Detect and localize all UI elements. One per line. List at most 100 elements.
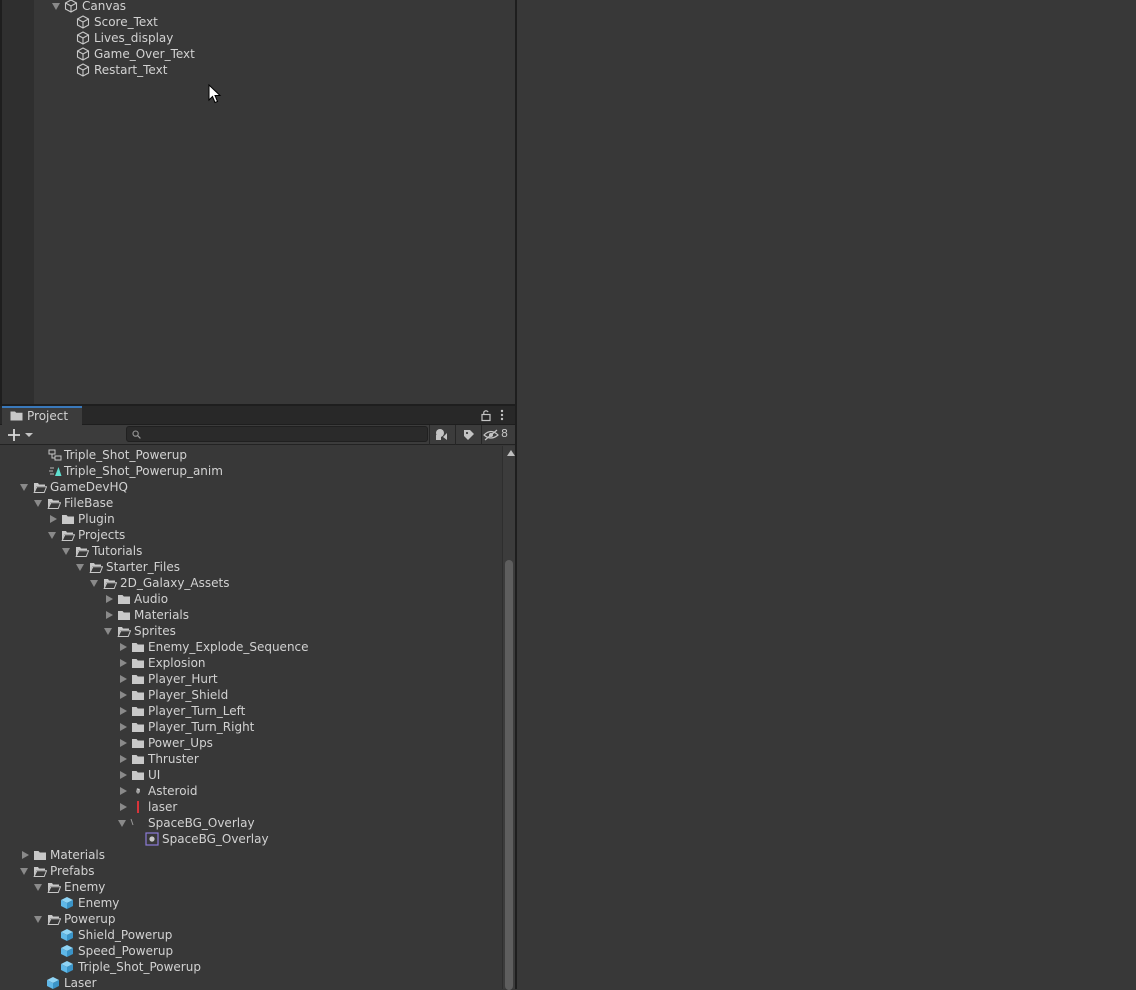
expand-arrow-icon[interactable] bbox=[90, 580, 98, 587]
collapse-arrow-icon[interactable] bbox=[50, 515, 57, 523]
tree-item-plugin[interactable]: Plugin bbox=[0, 511, 500, 527]
tree-item-label: Explosion bbox=[148, 656, 206, 670]
tree-item-audio[interactable]: Audio bbox=[0, 591, 500, 607]
collapse-arrow-icon[interactable] bbox=[106, 611, 113, 619]
tree-item-label: Enemy_Explode_Sequence bbox=[148, 640, 309, 654]
expand-arrow-icon[interactable] bbox=[52, 3, 60, 10]
collapse-arrow-icon[interactable] bbox=[120, 723, 127, 731]
collapse-arrow-icon[interactable] bbox=[120, 707, 127, 715]
expand-arrow-icon[interactable] bbox=[20, 868, 28, 875]
tree-item-label: Player_Hurt bbox=[148, 672, 218, 686]
folder-open-icon bbox=[75, 547, 89, 557]
tree-item-player-turn-left[interactable]: Player_Turn_Left bbox=[0, 703, 500, 719]
tree-item-triple-shot-powerup-prefab[interactable]: Triple_Shot_Powerup bbox=[0, 959, 500, 975]
tree-item-enemy-prefab[interactable]: Enemy bbox=[0, 895, 500, 911]
expand-arrow-icon[interactable] bbox=[48, 532, 56, 539]
tree-item-projects[interactable]: Projects bbox=[0, 527, 500, 543]
tree-item-player-turn-right[interactable]: Player_Turn_Right bbox=[0, 719, 500, 735]
gameobject-cube-icon bbox=[76, 15, 90, 29]
scroll-up-arrow-icon[interactable] bbox=[507, 450, 515, 456]
expand-arrow-icon[interactable] bbox=[34, 884, 42, 891]
tree-item-filebase[interactable]: FileBase bbox=[0, 495, 500, 511]
hierarchy-panel: Canvas Score_Text Lives_display Game_Ove… bbox=[0, 0, 515, 404]
tree-item-laser-prefab[interactable]: Laser bbox=[0, 975, 500, 989]
tab-project[interactable]: Project bbox=[2, 406, 82, 425]
tree-item-label: FileBase bbox=[64, 496, 114, 510]
collapse-arrow-icon[interactable] bbox=[120, 739, 127, 747]
tree-item-label: Materials bbox=[50, 848, 106, 862]
create-dropdown-button[interactable] bbox=[6, 427, 34, 443]
hierarchy-item-label: Lives_display bbox=[94, 31, 174, 45]
scene-view-area[interactable] bbox=[517, 0, 1136, 989]
expand-arrow-icon[interactable] bbox=[20, 484, 28, 491]
tree-item-laser[interactable]: laser bbox=[0, 799, 500, 815]
folder-open-icon bbox=[103, 579, 117, 589]
asteroid-sprite-icon bbox=[136, 788, 140, 794]
collapse-arrow-icon[interactable] bbox=[120, 803, 127, 811]
project-toolbar: 8 bbox=[0, 425, 515, 445]
expand-arrow-icon[interactable] bbox=[76, 564, 84, 571]
expand-arrow-icon[interactable] bbox=[104, 628, 112, 635]
project-scrollbar[interactable] bbox=[502, 446, 515, 990]
collapse-arrow-icon[interactable] bbox=[120, 643, 127, 651]
lock-icon[interactable] bbox=[479, 408, 493, 422]
tree-item-speed-powerup[interactable]: Speed_Powerup bbox=[0, 943, 500, 959]
tree-item-label: SpaceBG_Overlay bbox=[148, 816, 255, 830]
tree-item-powerup-folder[interactable]: Powerup bbox=[0, 911, 500, 927]
tree-item-power-ups[interactable]: Power_Ups bbox=[0, 735, 500, 751]
tree-item-materials[interactable]: Materials bbox=[0, 607, 500, 623]
collapse-arrow-icon[interactable] bbox=[22, 851, 29, 859]
collapse-arrow-icon[interactable] bbox=[120, 691, 127, 699]
project-tree[interactable]: Triple_Shot_Powerup Triple_Shot_Powerup_… bbox=[0, 446, 502, 989]
prefab-icon bbox=[61, 897, 73, 909]
tree-item[interactable]: Triple_Shot_Powerup_anim bbox=[0, 463, 500, 479]
gameobject-cube-icon bbox=[64, 0, 78, 13]
hierarchy-item-label: Score_Text bbox=[94, 15, 158, 29]
tree-item-enemy-explode-sequence[interactable]: Enemy_Explode_Sequence bbox=[0, 639, 500, 655]
search-by-type-icon[interactable] bbox=[430, 426, 454, 443]
tree-item-sprites[interactable]: Sprites bbox=[0, 623, 500, 639]
animator-controller-icon bbox=[48, 449, 62, 461]
collapse-arrow-icon[interactable] bbox=[120, 755, 127, 763]
tree-item-enemy-folder[interactable]: Enemy bbox=[0, 879, 500, 895]
hidden-packages-eye-icon[interactable] bbox=[482, 426, 500, 443]
tree-item-thruster[interactable]: Thruster bbox=[0, 751, 500, 767]
collapse-arrow-icon[interactable] bbox=[120, 675, 127, 683]
kebab-menu-icon[interactable] bbox=[497, 408, 507, 422]
collapse-arrow-icon[interactable] bbox=[120, 771, 127, 779]
folder-icon bbox=[132, 675, 144, 684]
tree-item-explosion[interactable]: Explosion bbox=[0, 655, 500, 671]
hidden-packages-count: 8 bbox=[501, 427, 508, 440]
tree-item-asteroid[interactable]: Asteroid bbox=[0, 783, 500, 799]
collapse-arrow-icon[interactable] bbox=[120, 787, 127, 795]
gameobject-cube-icon bbox=[76, 31, 90, 45]
tree-item-prefabs[interactable]: Prefabs bbox=[0, 863, 500, 879]
tree-item-gamedevhq[interactable]: GameDevHQ bbox=[0, 479, 500, 495]
tree-item-label: Triple_Shot_Powerup_anim bbox=[64, 464, 223, 478]
tree-item-shield-powerup[interactable]: Shield_Powerup bbox=[0, 927, 500, 943]
expand-arrow-icon[interactable] bbox=[34, 500, 42, 507]
project-search-input[interactable] bbox=[126, 426, 428, 442]
tree-item-spacebg-overlay-sprite[interactable]: SpaceBG_Overlay bbox=[0, 831, 500, 847]
tree-item-2d-galaxy-assets[interactable]: 2D_Galaxy_Assets bbox=[0, 575, 500, 591]
collapse-arrow-icon[interactable] bbox=[106, 595, 113, 603]
tree-item-player-hurt[interactable]: Player_Hurt bbox=[0, 671, 500, 687]
tree-item-ui[interactable]: UI bbox=[0, 767, 500, 783]
tree-item[interactable]: Triple_Shot_Powerup bbox=[0, 447, 500, 463]
tree-item-label: Triple_Shot_Powerup bbox=[78, 960, 201, 974]
search-by-label-icon[interactable] bbox=[456, 426, 480, 443]
tree-item-label: Player_Turn_Left bbox=[148, 704, 246, 718]
tree-item-label: Laser bbox=[64, 976, 97, 989]
tree-item-spacebg-overlay[interactable]: SpaceBG_Overlay bbox=[0, 815, 500, 831]
tree-item-starter-files[interactable]: Starter_Files bbox=[0, 559, 500, 575]
tree-item-tutorials[interactable]: Tutorials bbox=[0, 543, 500, 559]
prefab-icon bbox=[61, 945, 73, 957]
expand-arrow-icon[interactable] bbox=[118, 820, 126, 827]
collapse-arrow-icon[interactable] bbox=[120, 659, 127, 667]
scrollbar-thumb[interactable] bbox=[505, 560, 513, 990]
expand-arrow-icon[interactable] bbox=[62, 548, 70, 555]
tree-item-materials-root[interactable]: Materials bbox=[0, 847, 500, 863]
tree-item-player-shield[interactable]: Player_Shield bbox=[0, 687, 500, 703]
folder-open-icon bbox=[89, 563, 103, 573]
expand-arrow-icon[interactable] bbox=[34, 916, 42, 923]
